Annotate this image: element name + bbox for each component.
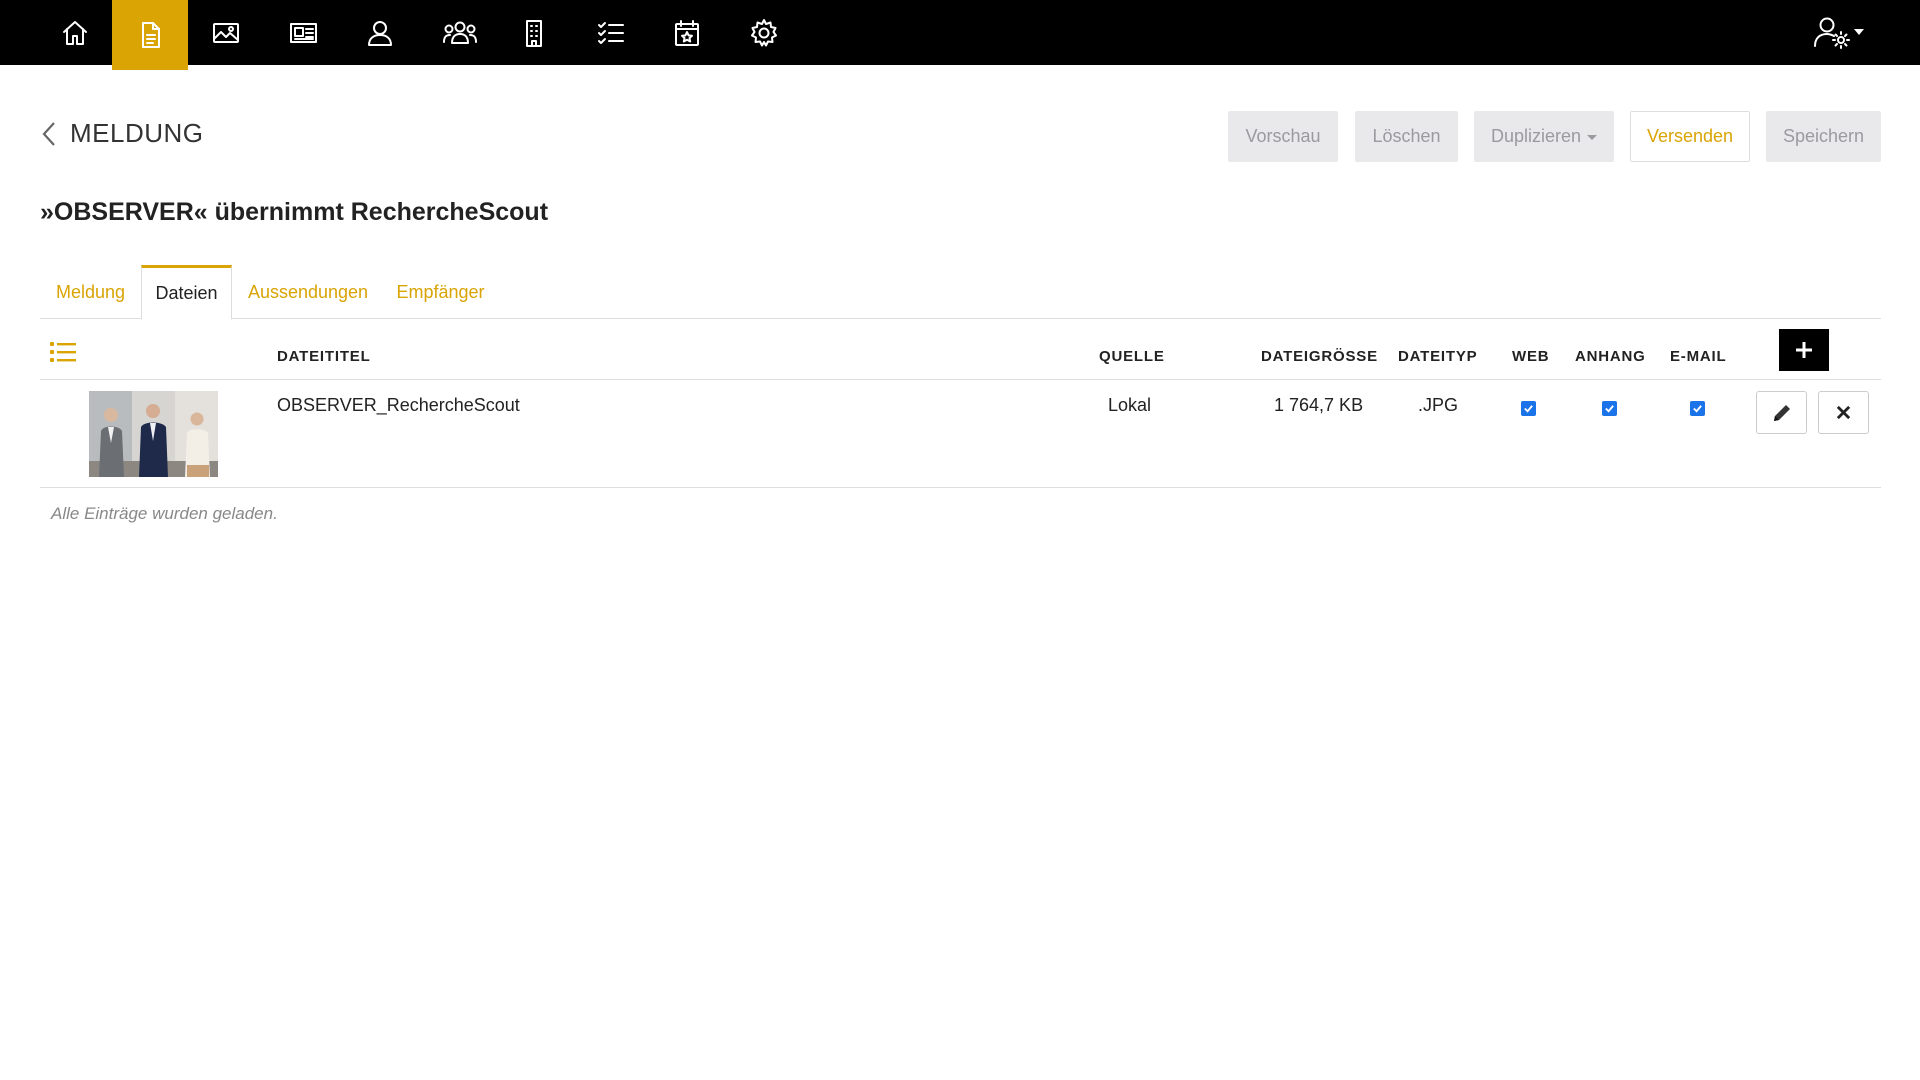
nav-settings[interactable] (726, 0, 802, 65)
duplicate-button[interactable]: Duplizieren (1474, 111, 1614, 162)
table-row: OBSERVER_RechercheScout Lokal 1 764,7 KB… (40, 381, 1881, 488)
user-menu[interactable] (1812, 8, 1872, 56)
list-view-icon[interactable] (49, 340, 77, 364)
column-header-source[interactable]: QUELLE (1099, 348, 1165, 365)
checkmark-icon (1605, 405, 1614, 413)
checkmark-icon (1693, 405, 1702, 413)
calendar-star-icon (675, 19, 699, 46)
person-icon (368, 20, 392, 46)
top-navigation (0, 0, 1920, 70)
delete-button[interactable]: Löschen (1355, 111, 1458, 162)
table-header: DATEITITEL QUELLE DATEIGRÖSSE DATEITYP W… (40, 320, 1881, 380)
pencil-icon (1773, 404, 1790, 421)
file-type: .JPG (1418, 395, 1459, 415)
delete-file-button[interactable] (1818, 391, 1869, 434)
document-icon (142, 22, 160, 48)
checklist-icon (598, 21, 624, 44)
column-header-attachment[interactable]: ANHANG (1575, 348, 1646, 365)
chevron-left-icon (42, 121, 55, 146)
newspaper-icon (290, 22, 317, 43)
nav-images[interactable] (188, 0, 264, 65)
column-header-type[interactable]: DATEITYP (1398, 348, 1477, 365)
tab-aussendungen[interactable]: Aussendungen (232, 265, 384, 320)
checkmark-icon (1524, 405, 1533, 413)
page-section-title: MELDUNG (70, 118, 204, 148)
tab-meldung[interactable]: Meldung (40, 265, 141, 320)
column-header-web[interactable]: WEB (1512, 348, 1549, 365)
user-settings-icon (1814, 17, 1850, 49)
file-size: 1 764,7 KB (1274, 395, 1364, 415)
caret-down-icon (1587, 135, 1598, 140)
file-source: Lokal (1108, 395, 1152, 415)
column-header-title[interactable]: DATEITITEL (277, 348, 371, 365)
email-checkbox[interactable] (1690, 401, 1705, 416)
nav-groups[interactable] (422, 0, 498, 65)
column-header-email[interactable]: E-MAIL (1670, 348, 1726, 365)
web-checkbox[interactable] (1521, 401, 1536, 416)
tab-bar: Meldung Dateien Aussendungen Empfänger (40, 265, 1881, 320)
tab-dateien[interactable]: Dateien (141, 265, 232, 320)
nav-person[interactable] (342, 0, 418, 65)
duplicate-button-label: Duplizieren (1490, 126, 1582, 146)
home-icon (63, 20, 87, 45)
image-icon (213, 22, 239, 43)
close-icon (1836, 405, 1851, 420)
back-button[interactable]: MELDUNG (40, 118, 204, 149)
attachment-checkbox[interactable] (1602, 401, 1617, 416)
column-header-size[interactable]: DATEIGRÖSSE (1261, 348, 1378, 365)
group-icon (443, 21, 477, 44)
table-footer-status: Alle Einträge wurden geladen. (51, 504, 278, 523)
nav-news[interactable] (265, 0, 341, 65)
edit-file-button[interactable] (1756, 391, 1807, 434)
chevron-down-icon (1854, 29, 1864, 35)
nav-home[interactable] (37, 0, 113, 65)
preview-button[interactable]: Vorschau (1228, 111, 1338, 162)
plus-icon (1796, 342, 1812, 358)
file-title[interactable]: OBSERVER_RechercheScout (277, 395, 520, 416)
nav-events[interactable] (649, 0, 725, 65)
nav-tasks[interactable] (573, 0, 649, 65)
document-title: »OBSERVER« übernimmt RechercheScout (40, 198, 549, 226)
tab-empfaenger[interactable]: Empfänger (384, 265, 497, 320)
gear-icon (751, 18, 777, 46)
send-button[interactable]: Versenden (1630, 111, 1750, 162)
nav-organizations[interactable] (496, 0, 572, 65)
nav-documents[interactable] (112, 0, 188, 70)
file-thumbnail[interactable] (89, 391, 218, 477)
save-button[interactable]: Speichern (1766, 111, 1881, 162)
building-icon (526, 19, 542, 47)
add-file-button[interactable] (1779, 329, 1829, 371)
